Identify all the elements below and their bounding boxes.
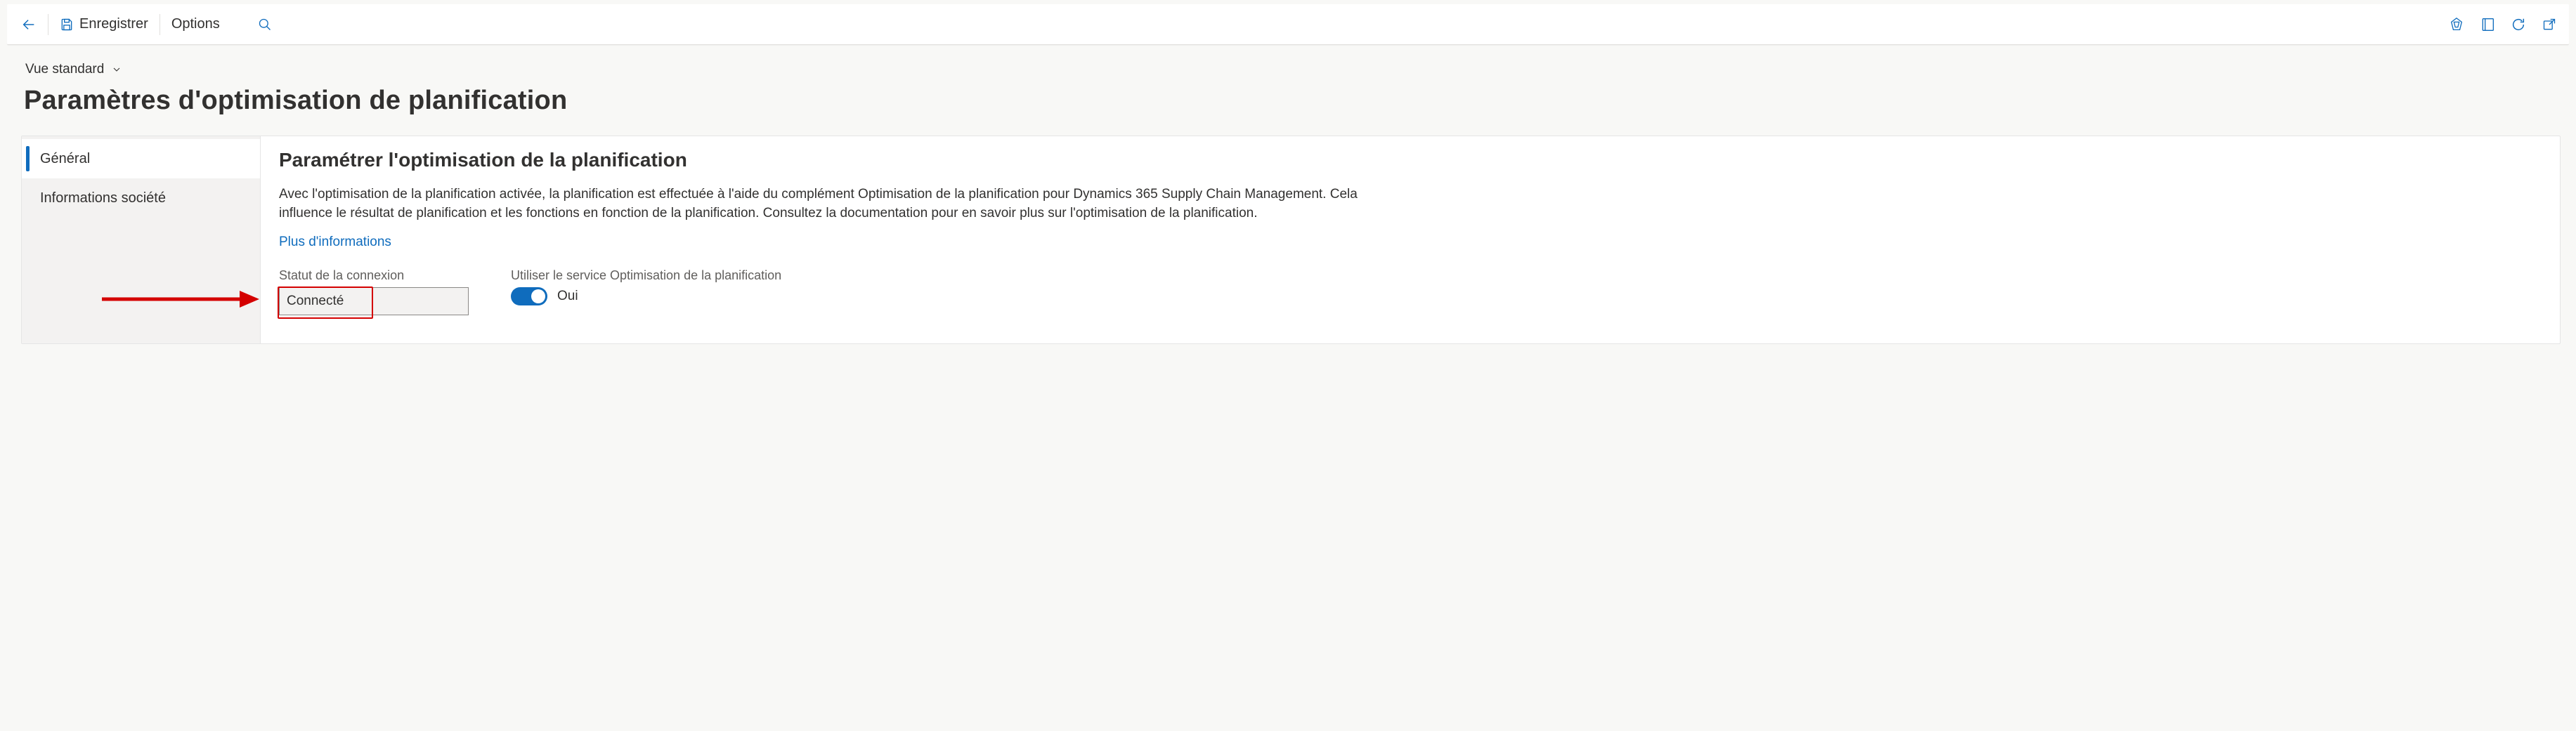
refresh-button[interactable] bbox=[2503, 9, 2534, 40]
search-icon bbox=[258, 18, 272, 32]
attachments-icon bbox=[2480, 17, 2494, 32]
connection-status-text: Connecté bbox=[287, 294, 344, 309]
chevron-down-icon bbox=[111, 64, 122, 75]
refresh-icon bbox=[2511, 17, 2526, 32]
connection-status-field: Statut de la connexion Connecté bbox=[279, 268, 469, 315]
popout-button[interactable] bbox=[2534, 9, 2565, 40]
connection-status-label: Statut de la connexion bbox=[279, 268, 469, 283]
sidebar-item-general[interactable]: Général bbox=[22, 139, 260, 178]
search-button[interactable] bbox=[249, 9, 280, 40]
options-button[interactable]: Options bbox=[162, 8, 230, 41]
page-header: Vue standard Paramètres d'optimisation d… bbox=[0, 45, 2576, 124]
options-button-label: Options bbox=[171, 16, 220, 32]
section-title: Paramétrer l'optimisation de la planific… bbox=[279, 149, 2542, 171]
sidebar-item-label: Général bbox=[40, 151, 90, 167]
toolbar: Enregistrer Options bbox=[7, 4, 2569, 45]
use-service-toggle-label: Oui bbox=[557, 289, 578, 304]
fields-row: Statut de la connexion Connecté Utiliser… bbox=[279, 268, 2542, 315]
copilot-icon bbox=[2449, 17, 2464, 32]
sidebar-item-company-info[interactable]: Informations société bbox=[22, 178, 260, 218]
section-description: Avec l'optimisation de la planification … bbox=[279, 185, 1375, 223]
connection-status-value: Connecté bbox=[279, 287, 469, 315]
arrow-left-icon bbox=[21, 17, 37, 32]
attachments-button[interactable] bbox=[2472, 9, 2503, 40]
view-selector[interactable]: Vue standard bbox=[24, 58, 124, 81]
sidebar-item-label: Informations société bbox=[40, 190, 166, 206]
copilot-button[interactable] bbox=[2441, 9, 2472, 40]
save-icon bbox=[60, 18, 74, 32]
save-button[interactable]: Enregistrer bbox=[50, 8, 158, 41]
use-service-label: Utiliser le service Optimisation de la p… bbox=[511, 268, 781, 283]
more-info-link[interactable]: Plus d'informations bbox=[279, 235, 391, 250]
save-button-label: Enregistrer bbox=[79, 16, 148, 32]
page-title: Paramètres d'optimisation de planificati… bbox=[24, 86, 2552, 116]
view-selector-label: Vue standard bbox=[25, 62, 104, 77]
back-button[interactable] bbox=[11, 8, 46, 41]
sidebar: Général Informations société bbox=[22, 136, 261, 343]
body: Général Informations société Paramétrer … bbox=[21, 136, 2561, 344]
popout-icon bbox=[2542, 18, 2556, 32]
content: Paramétrer l'optimisation de la planific… bbox=[261, 136, 2560, 343]
use-service-field: Utiliser le service Optimisation de la p… bbox=[511, 268, 781, 305]
use-service-toggle[interactable] bbox=[511, 287, 547, 305]
